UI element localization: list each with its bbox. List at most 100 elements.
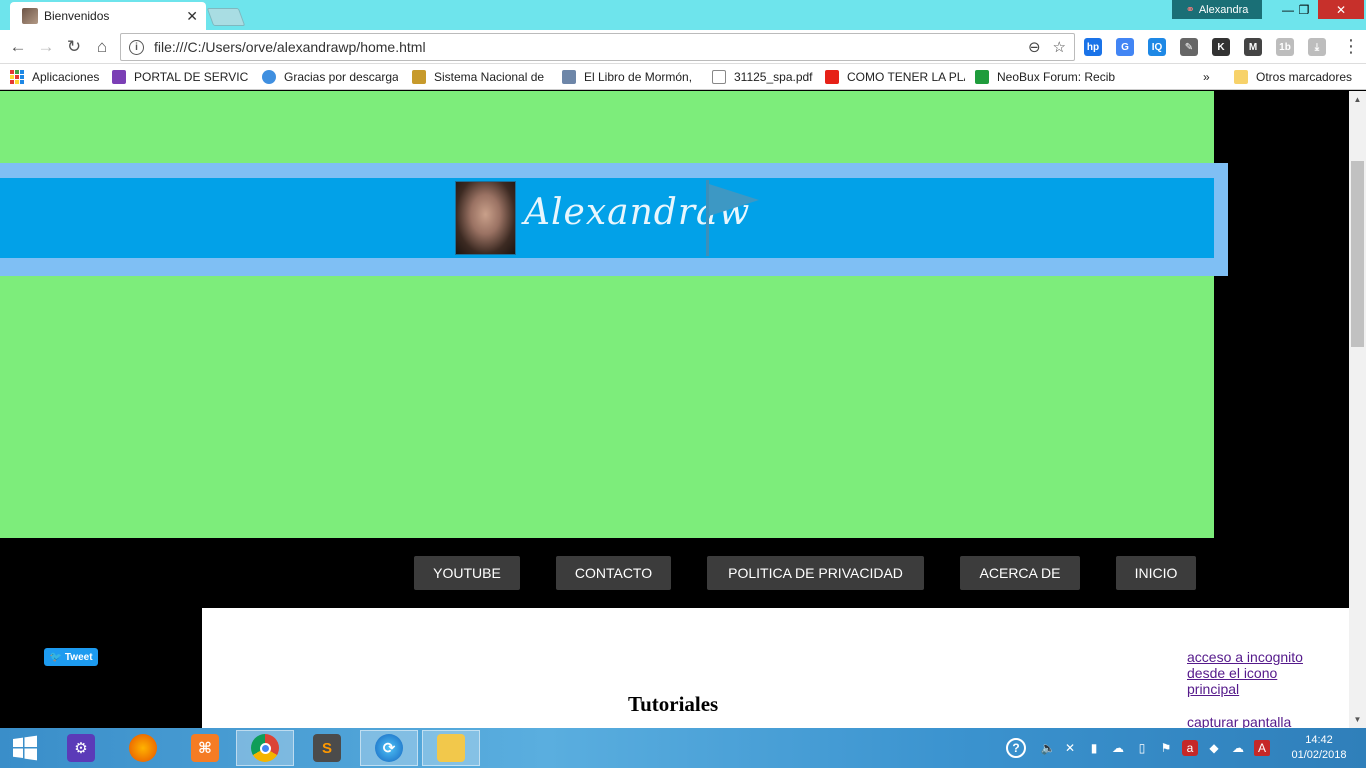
onedrive-icon[interactable]: ☁ <box>1230 740 1246 756</box>
network-icon[interactable]: ▮ <box>1086 740 1102 756</box>
taskbar-sync[interactable]: ⟳ <box>360 730 418 766</box>
extension-translate-icon[interactable]: G <box>1116 38 1134 56</box>
profile-icon: ⚭ <box>1185 4 1195 16</box>
nav-youtube[interactable]: YOUTUBE <box>414 556 520 590</box>
cloud-icon[interactable]: ☁ <box>1110 740 1126 756</box>
title-bar: Bienvenidos ✕ ⚭ Alexandra — ❐ ✕ <box>0 0 1366 30</box>
folder-icon <box>437 734 465 762</box>
sync-icon: ⟳ <box>375 734 403 762</box>
extension-tools-icon[interactable]: ✎ <box>1180 38 1198 56</box>
restore-button[interactable]: ❐ <box>1290 0 1318 19</box>
content-area <box>202 608 1349 728</box>
browser-tab[interactable]: Bienvenidos ✕ <box>10 2 206 30</box>
bookmark-pdf[interactable]: 31125_spa.pdf <box>712 68 822 86</box>
tab-title: Bienvenidos <box>44 9 110 23</box>
clock-date: 01/02/2018 <box>1291 749 1347 761</box>
nav-politica-de-privacidad[interactable]: POLITICA DE PRIVACIDAD <box>707 556 924 590</box>
bookmark-label: NeoBux Forum: Recib <box>997 70 1115 84</box>
bookmark-label: PORTAL DE SERVICIO <box>134 70 248 84</box>
bookmark-como-tener[interactable]: COMO TENER LA PLA <box>825 68 965 86</box>
extension-iq-icon[interactable]: IQ <box>1148 38 1166 56</box>
menu-icon[interactable]: ⋮ <box>1342 36 1360 57</box>
side-link-incognito[interactable]: acceso a incognito desde el icono princi… <box>1187 649 1317 697</box>
tweet-button[interactable]: 🐦 Tweet <box>44 648 98 666</box>
gear-icon: ⚙ <box>67 734 95 762</box>
home-icon[interactable]: ⌂ <box>91 36 113 58</box>
extension-pdf-icon[interactable]: ⤓ <box>1308 38 1326 56</box>
volume-icon[interactable]: 🔈 <box>1040 740 1056 756</box>
bookmark-label: Aplicaciones <box>32 70 100 84</box>
info-icon[interactable]: i <box>129 39 144 55</box>
extension-hp-icon[interactable]: hp <box>1084 38 1102 56</box>
list-icon <box>112 70 126 84</box>
scroll-thumb[interactable] <box>1351 161 1364 347</box>
mute-icon[interactable]: ✕ <box>1062 740 1078 756</box>
flag-tray-icon[interactable]: ⚑ <box>1158 740 1174 756</box>
folder-icon <box>1234 70 1248 84</box>
profile-button[interactable]: ⚭ Alexandra <box>1172 0 1262 19</box>
nav-inicio[interactable]: INICIO <box>1116 556 1196 590</box>
firefox-icon <box>129 734 157 762</box>
start-button[interactable] <box>0 728 50 768</box>
bookmark-apps[interactable]: Aplicaciones <box>10 68 110 86</box>
bookmarks-bar: Aplicaciones PORTAL DE SERVICIO Gracias … <box>0 64 1366 90</box>
taskbar-explorer[interactable] <box>422 730 480 766</box>
xampp-icon: ⌘ <box>191 734 219 762</box>
new-tab-button[interactable] <box>206 8 246 26</box>
taskbar-sublime[interactable]: S <box>298 730 356 766</box>
extension-k-icon[interactable]: K <box>1212 38 1230 56</box>
twitter-bird-icon: 🐦 <box>49 651 62 663</box>
nav-acerca-de[interactable]: ACERCA DE <box>960 556 1080 590</box>
sublime-text-icon: S <box>313 734 341 762</box>
taskbar-settings[interactable]: ⚙ <box>52 730 110 766</box>
back-icon[interactable]: ← <box>7 36 29 58</box>
antivirus-icon[interactable]: a <box>1182 740 1198 756</box>
device-icon[interactable]: ▯ <box>1134 740 1150 756</box>
nav-contacto[interactable]: CONTACTO <box>556 556 671 590</box>
bookmarks-overflow[interactable]: » <box>1203 68 1217 86</box>
pen-icon <box>412 70 426 84</box>
taskbar: ⚙ ⌘ S ⟳ ? 🔈 ✕ ▮ ☁ ▯ ⚑ a ◆ ☁ A 14:42 01/0… <box>0 728 1366 768</box>
scroll-down-icon[interactable]: ▼ <box>1349 711 1366 728</box>
bookmark-label: El Libro de Mormón, <box>584 70 693 84</box>
bookmark-sistema[interactable]: Sistema Nacional de <box>412 68 548 86</box>
url-text[interactable]: file:///C:/Users/orve/alexandrawp/home.h… <box>154 39 1016 55</box>
page-scrollbar[interactable]: ▲ ▼ <box>1349 91 1366 728</box>
bookmark-label: Otros marcadores <box>1256 70 1353 84</box>
bookmark-other-folder[interactable]: Otros marcadores <box>1234 68 1359 86</box>
adobe-icon[interactable]: A <box>1254 740 1270 756</box>
bookmark-mormon[interactable]: El Libro de Mormón, <box>562 68 698 86</box>
taskbar-xampp[interactable]: ⌘ <box>176 730 234 766</box>
tab-close-icon[interactable]: ✕ <box>186 8 198 25</box>
x-icon <box>975 70 989 84</box>
browser-toolbar: ← → ↻ ⌂ i file:///C:/Users/orve/alexandr… <box>0 30 1366 64</box>
taskbar-chrome[interactable] <box>236 730 294 766</box>
banner: Alexandraw <box>0 163 1228 276</box>
address-bar[interactable]: i file:///C:/Users/orve/alexandrawp/home… <box>120 33 1075 61</box>
extension-m-icon[interactable]: M <box>1244 38 1262 56</box>
dropbox-icon[interactable]: ◆ <box>1206 740 1222 756</box>
help-icon[interactable]: ? <box>1006 738 1026 758</box>
zoom-icon[interactable]: ⊖ <box>1028 38 1041 56</box>
taskbar-firefox[interactable] <box>114 730 172 766</box>
tweet-label: Tweet <box>64 651 93 663</box>
close-window-button[interactable]: ✕ <box>1318 0 1364 19</box>
header-background <box>0 91 1214 538</box>
forward-icon[interactable]: → <box>35 36 57 58</box>
bookmark-neobux[interactable]: NeoBux Forum: Recib <box>975 68 1115 86</box>
bookmark-gracias[interactable]: Gracias por descargar <box>262 68 398 86</box>
reload-icon[interactable]: ↻ <box>63 36 85 58</box>
chrome-icon <box>251 734 279 762</box>
section-title: Tutoriales <box>628 692 719 716</box>
bookmark-portal[interactable]: PORTAL DE SERVICIO <box>112 68 248 86</box>
file-icon <box>712 70 726 84</box>
logo-photo <box>455 181 516 255</box>
extension-1b-icon[interactable]: 1b <box>1276 38 1294 56</box>
book-icon <box>562 70 576 84</box>
side-link-capturar[interactable]: capturar pantalla <box>1187 714 1317 728</box>
balloon-icon <box>262 70 276 84</box>
clock[interactable]: 14:42 01/02/2018 <box>1284 733 1354 763</box>
scroll-up-icon[interactable]: ▲ <box>1349 91 1366 108</box>
bookmark-star-icon[interactable]: ☆ <box>1053 38 1066 56</box>
clock-time: 14:42 <box>1305 734 1333 746</box>
